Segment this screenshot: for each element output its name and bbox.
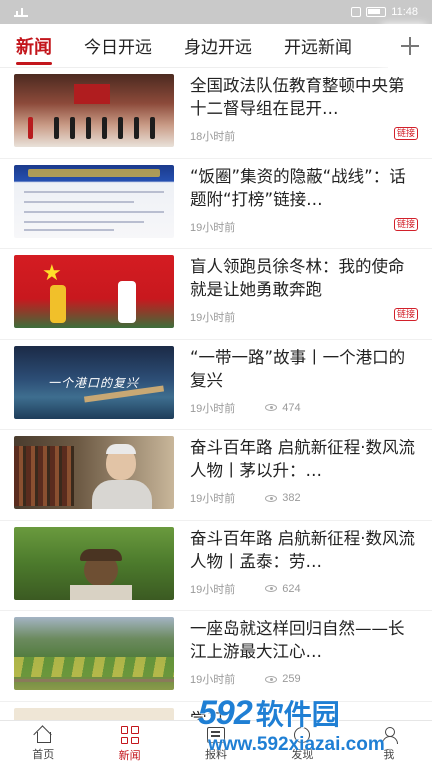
list-item[interactable]: 奋斗百年路 启航新征程·数风流人物丨茅以升：… 19小时前 382 [0, 430, 432, 521]
status-right: 11:48 [351, 6, 418, 18]
nav-discover[interactable]: 发现 [259, 721, 345, 768]
list-item[interactable]: 学习… [0, 702, 432, 721]
item-info: 学习… [190, 708, 418, 721]
status-time: 11:48 [391, 6, 418, 18]
item-info: 盲人领跑员徐冬林：我的使命就是让她勇敢奔跑 19小时前 链接 [190, 255, 418, 339]
item-meta: 19小时前 链接 [190, 308, 418, 325]
item-time: 19小时前 [190, 583, 236, 596]
eye-icon [265, 675, 278, 683]
discover-icon [294, 727, 311, 743]
item-title: “饭圈”集资的隐蔽“战线”：话题附“打榜”链接… [190, 166, 406, 209]
item-title: 奋斗百年路 启航新征程·数风流人物丨孟泰：劳… [190, 528, 415, 571]
item-time: 19小时前 [190, 493, 236, 505]
item-title: 盲人领跑员徐冬林：我的使命就是让她勇敢奔跑 [190, 257, 405, 299]
item-meta: 19小时前 474 [190, 400, 418, 416]
item-time: 19小时前 [190, 312, 236, 324]
tab-news[interactable]: 新闻 [0, 24, 68, 67]
view-count: 474 [265, 401, 301, 414]
eye-icon [265, 404, 278, 411]
report-icon [207, 727, 226, 743]
item-title: 奋斗百年路 启航新征程·数风流人物丨茅以升：… [190, 438, 415, 480]
news-thumbnail: ★ [14, 255, 174, 328]
link-badge: 链接 [393, 308, 418, 321]
tab-list: 新闻 今日开远 身边开远 开远新闻 [0, 24, 388, 67]
nav-me-label: 我 [383, 748, 395, 761]
nav-report[interactable]: 报料 [173, 721, 259, 768]
grid-icon [120, 726, 139, 744]
view-count-value: 382 [282, 492, 301, 504]
nav-me[interactable]: 我 [346, 721, 432, 768]
view-count: 624 [265, 582, 301, 595]
item-info: 一座岛就这样回归自然——长江上游最大江心… 19小时前 259 [190, 617, 418, 701]
item-time: 18小时前 [190, 131, 236, 143]
tab-nearby-kaiyuan[interactable]: 身边开远 [168, 24, 268, 67]
link-badge: 链接 [393, 217, 418, 231]
news-thumbnail [14, 707, 174, 720]
nav-home-label: 首页 [32, 748, 55, 761]
item-title: 全国政法队伍教育整顿中央第十二督导组在昆开… [190, 76, 405, 118]
channel-tabs: 新闻 今日开远 身边开远 开远新闻 [0, 24, 432, 68]
item-info: 全国政法队伍教育整顿中央第十二督导组在昆开… 18小时前 链接 [190, 74, 418, 158]
eye-icon [265, 585, 278, 592]
news-thumbnail [14, 617, 174, 690]
view-count-value: 474 [282, 401, 301, 414]
nav-home[interactable]: 首页 [0, 721, 86, 768]
nav-news-label: 新闻 [118, 749, 141, 762]
status-left [14, 7, 28, 17]
item-meta: 19小时前 链接 [190, 217, 418, 235]
item-info: 奋斗百年路 启航新征程·数风流人物丨茅以升：… 19小时前 382 [190, 436, 418, 520]
home-icon [34, 727, 52, 743]
user-icon [381, 727, 398, 744]
item-time: 19小时前 [190, 221, 236, 234]
item-time: 19小时前 [190, 674, 236, 686]
item-info: 奋斗百年路 启航新征程·数风流人物丨孟泰：劳… 19小时前 624 [190, 527, 418, 611]
list-item[interactable]: 奋斗百年路 启航新征程·数风流人物丨孟泰：劳… 19小时前 624 [0, 521, 432, 611]
news-feed: 全国政法队伍教育整顿中央第十二督导组在昆开… 18小时前 链接 “饭圈”集资的隐… [0, 68, 432, 720]
thumbnail-caption: 一个港口的复兴 [48, 375, 140, 390]
view-count-value: 259 [282, 673, 301, 685]
status-bar: 11:48 [0, 0, 432, 24]
item-title: 一座岛就这样回归自然——长江上游最大江心… [190, 619, 405, 661]
star-icon: ★ [42, 261, 62, 286]
item-time: 19小时前 [190, 402, 236, 415]
view-count-value: 624 [282, 582, 301, 595]
item-meta: 18小时前 链接 [190, 127, 418, 144]
vibrate-icon [351, 7, 362, 17]
news-thumbnail [14, 74, 174, 147]
item-title: 学习… [190, 709, 240, 721]
item-title: “一带一路”故事丨一个港口的复兴 [190, 347, 406, 390]
view-count: 382 [265, 492, 301, 504]
item-info: “饭圈”集资的隐蔽“战线”：话题附“打榜”链接… 19小时前 链接 [190, 165, 418, 249]
view-count: 259 [265, 673, 301, 685]
bottom-nav: 首页 新闻 报料 发现 我 [0, 720, 432, 768]
list-item[interactable]: ★ 盲人领跑员徐冬林：我的使命就是让她勇敢奔跑 19小时前 链接 [0, 249, 432, 340]
news-thumbnail [14, 164, 174, 238]
nav-news[interactable]: 新闻 [86, 721, 172, 768]
nav-report-label: 报料 [205, 748, 228, 761]
tab-kaiyuan-news[interactable]: 开远新闻 [268, 24, 368, 67]
eye-icon [265, 494, 278, 502]
item-meta: 19小时前 382 [190, 490, 418, 506]
battery-icon [366, 7, 387, 17]
item-meta: 19小时前 259 [190, 671, 418, 687]
news-thumbnail [14, 526, 174, 600]
list-item[interactable]: 全国政法队伍教育整顿中央第十二督导组在昆开… 18小时前 链接 [0, 68, 432, 159]
list-item[interactable]: 一个港口的复兴 “一带一路”故事丨一个港口的复兴 19小时前 474 [0, 340, 432, 430]
link-badge: 链接 [393, 127, 418, 140]
item-info: “一带一路”故事丨一个港口的复兴 19小时前 474 [190, 346, 418, 430]
item-meta: 19小时前 624 [190, 581, 418, 597]
list-item[interactable]: 一座岛就这样回归自然——长江上游最大江心… 19小时前 259 [0, 611, 432, 702]
plus-icon [401, 37, 419, 55]
news-thumbnail [14, 436, 174, 509]
news-thumbnail: 一个港口的复兴 [14, 345, 174, 419]
add-channel-button[interactable] [388, 24, 432, 68]
signal-icon [14, 7, 28, 17]
nav-discover-label: 发现 [291, 748, 314, 761]
list-item[interactable]: “饭圈”集资的隐蔽“战线”：话题附“打榜”链接… 19小时前 链接 [0, 159, 432, 249]
tab-today-kaiyuan[interactable]: 今日开远 [68, 24, 168, 67]
